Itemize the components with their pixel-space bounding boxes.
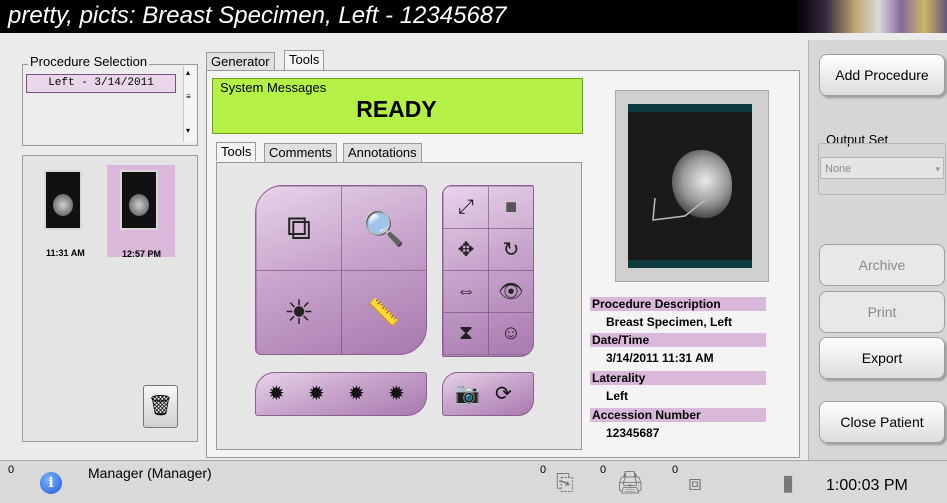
patient-info-button[interactable]: ☺ [488,312,533,355]
tab-generator[interactable]: Generator [206,52,275,71]
scroll-up-icon[interactable]: ▴ [186,68,190,77]
square-icon: ■ [504,196,518,218]
procedure-description-value: Breast Specimen, Left [606,315,733,329]
laterality-label: Laterality [590,371,766,385]
subtab-tools[interactable]: Tools [216,142,257,161]
flip-vertical-button[interactable]: ⧗ [443,312,489,355]
zoom-region-icon: ⧉ [286,209,312,247]
expand-icon: ⤢ [458,196,474,218]
camera-button[interactable]: 📷 [455,381,480,406]
invert-button[interactable]: ■ [488,186,533,229]
ruler-button[interactable]: 📏 [341,270,426,354]
rotate-icon: ↻ [502,239,520,261]
flip-horizontal-button[interactable]: ⇔ [443,270,489,313]
export-button[interactable]: Export [819,337,945,379]
specimen-wire-marker [652,197,706,221]
trash-icon: 🗑 [147,395,174,417]
system-clock: 1:00:03 PM [826,477,908,494]
alerts-count: 0 [8,464,15,476]
subtab-annotations[interactable]: Annotations [343,143,422,162]
workstation-icon[interactable]: ▮ [782,470,794,496]
output-set-value: None [825,163,852,175]
current-user[interactable]: Manager (Manager) [88,465,212,481]
system-messages-label: System Messages [220,80,327,95]
close-patient-button[interactable]: Close Patient [819,401,945,443]
image-thumbnail-selected[interactable] [120,170,158,230]
rotate-reset-button[interactable]: ↻ [488,228,533,271]
subtab-comments[interactable]: Comments [264,143,337,162]
tab-tools[interactable]: Tools [284,50,325,71]
ruler-icon: 📏 [367,297,401,327]
procedure-selection-label: Procedure Selection [28,54,150,69]
network-icon[interactable]: ⧈ [688,470,702,496]
queue-count: 0 [540,464,547,476]
datetime-value: 3/14/2011 11:31 AM [606,351,714,365]
print-button[interactable]: Print [819,291,945,333]
window-level-button[interactable]: ☀ [256,270,342,354]
refresh-button[interactable]: ⟳ [495,381,512,406]
window-level-presets-group: ✹ ✹ ✹ ✹ [255,372,427,416]
flip-horizontal-icon: ⇔ [456,280,476,302]
print-queue-count: 0 [600,464,607,476]
procedure-list-item[interactable]: Left - 3/14/2011 [26,74,176,93]
main-tools-group: ⧉ 🔍 ☀ 📏 [255,185,427,355]
eye-icon: 👁 [498,281,524,303]
accession-number-label: Accession Number [590,408,766,422]
accession-number-value: 12345687 [606,426,660,440]
network-queue-count: 0 [672,464,679,476]
laterality-value: Left [606,389,628,403]
fit-to-viewport-button[interactable]: ⤢ [443,186,489,229]
scroll-down-icon[interactable]: ▾ [186,126,190,135]
face-icon: ☺ [500,322,522,344]
capture-tools-group: 📷 ⟳ [442,372,534,416]
true-size-button[interactable]: ✥ [443,228,489,271]
procedure-list-scrollbar[interactable]: ▴ ≡ ▾ [183,66,196,142]
title-bar: pretty, picts: Breast Specimen, Left - 1… [0,0,947,33]
brightness-icon: ☀ [283,293,315,332]
device-queue-icon[interactable]: ⎘ [556,470,574,496]
info-icon[interactable]: i [40,472,62,494]
add-procedure-button[interactable]: Add Procedure [819,54,945,96]
image-thumbnail[interactable] [44,170,82,230]
hourglass-icon: ⧗ [458,322,474,344]
window-level-preset-2-button[interactable]: ✹ [348,381,365,406]
thumbnail-time: 11:31 AM [46,248,85,258]
procedure-description-label: Procedure Description [590,297,766,311]
system-status: READY [356,96,437,122]
window-level-preset-1-button[interactable]: ✹ [308,381,325,406]
archive-button[interactable]: Archive [819,244,945,286]
datetime-label: Date/Time [590,333,766,347]
window-title: pretty, picts: Breast Specimen, Left - 1… [8,2,507,29]
window-level-preset-3-button[interactable]: ✹ [388,381,405,406]
output-set-select[interactable]: None ▾ [820,157,944,179]
window-level-preset-default-button[interactable]: ✹ [268,381,285,406]
move-icon: ✥ [457,239,475,261]
secondary-tools-group: ⤢ ■ ✥ ↻ ⇔ 👁 ⧗ ☺ [442,185,534,357]
zoom-button[interactable]: 🔍 [341,186,426,271]
delete-button[interactable]: 🗑 [143,385,178,428]
printer-icon[interactable]: 🖨 [616,470,644,496]
view-button[interactable]: 👁 [488,270,533,313]
chevron-down-icon: ▾ [935,164,940,174]
thumbnail-time: 12:57 PM [122,249,162,259]
scroll-grip-icon[interactable]: ≡ [186,92,191,101]
title-decoration-image [795,0,947,33]
zoom-region-button[interactable]: ⧉ [256,186,342,271]
zoom-icon: 🔍 [362,209,406,248]
